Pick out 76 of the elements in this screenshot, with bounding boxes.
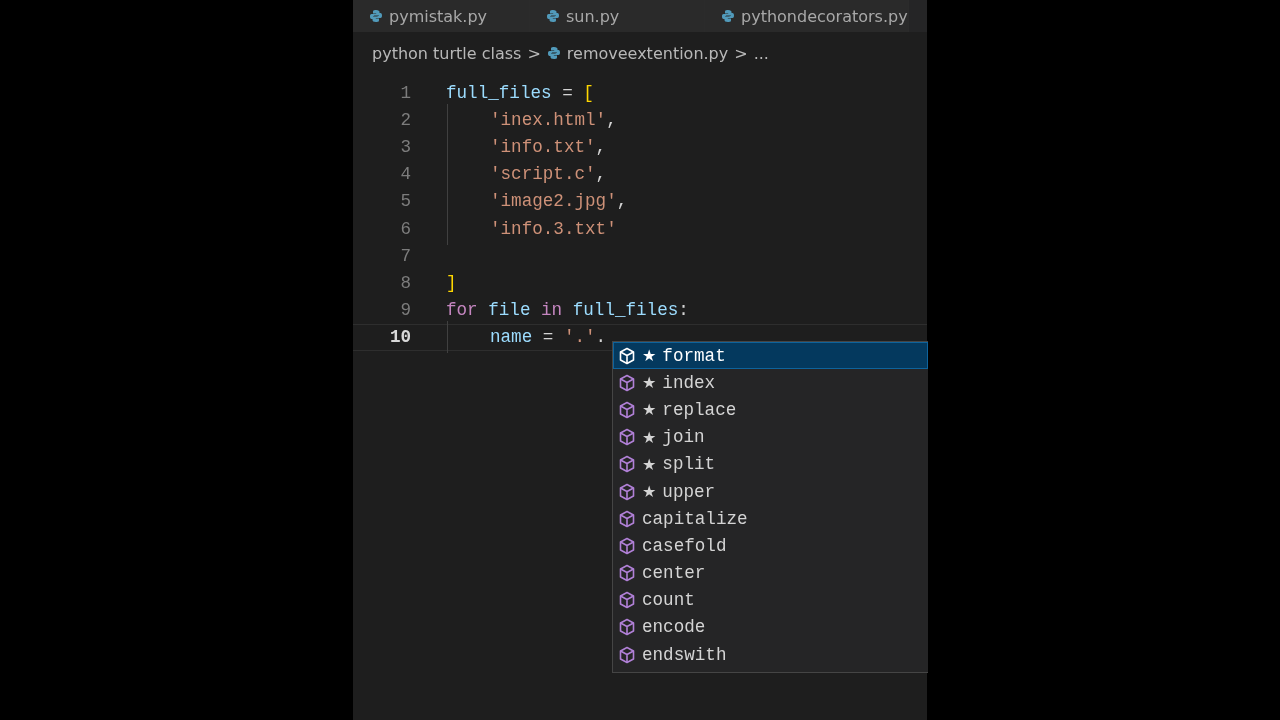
- cube-icon: [618, 564, 636, 583]
- suggestion-item[interactable]: ★ replace: [613, 396, 928, 424]
- breadcrumb-folder[interactable]: python turtle class: [372, 43, 522, 63]
- suggestion-item[interactable]: casefold: [613, 532, 928, 560]
- code-line: 'script.c',: [490, 164, 607, 185]
- suggestion-label: count: [642, 590, 695, 611]
- suggestion-label: endswith: [642, 644, 727, 665]
- code-line: 'info.txt',: [490, 136, 607, 157]
- star-mark: ★: [642, 373, 657, 393]
- cube-icon: [618, 482, 636, 501]
- suggestion-item[interactable]: ★ index: [613, 369, 928, 397]
- python-file-icon: [721, 9, 735, 23]
- star-mark: ★: [642, 400, 657, 420]
- cube-icon: [618, 373, 636, 392]
- suggestion-item[interactable]: center: [613, 559, 928, 587]
- line-number: 3: [399, 136, 411, 157]
- star-mark: ★: [642, 427, 657, 447]
- cube-icon: [618, 400, 636, 419]
- python-file-icon: [546, 46, 561, 60]
- cube-icon: [618, 536, 636, 555]
- suggestion-item[interactable]: ★ split: [613, 450, 928, 478]
- cube-icon: [618, 509, 636, 528]
- line-number: 10: [388, 327, 411, 348]
- code-line: name = '.'.: [490, 327, 607, 348]
- suggestion-label: encode: [642, 617, 706, 638]
- suggestion-label: center: [642, 563, 706, 584]
- tab-label: pymistak.py: [389, 6, 488, 26]
- line-number: 9: [399, 300, 411, 321]
- star-mark: ★: [642, 482, 657, 502]
- cube-icon: [618, 591, 636, 610]
- line-number: 1: [399, 82, 411, 103]
- python-file-icon: [546, 9, 560, 23]
- tab-label: pythondecorators.py: [741, 6, 908, 26]
- line-number: 6: [399, 218, 411, 239]
- python-file-icon: [369, 9, 383, 23]
- star-mark: ★: [642, 346, 657, 366]
- line-number: 8: [399, 272, 411, 293]
- tab-label: sun.py: [566, 6, 620, 26]
- suggestion-item[interactable]: endswith: [613, 641, 928, 669]
- cube-icon: [618, 346, 636, 365]
- cube-icon: [618, 645, 636, 664]
- code-line: 'info.3.txt': [490, 218, 617, 239]
- editor-tab[interactable]: sun.py: [530, 0, 705, 32]
- cube-icon: [618, 618, 636, 637]
- suggestion-label: join: [662, 427, 705, 448]
- suggestion-label: capitalize: [642, 508, 748, 529]
- breadcrumb-separator: >: [734, 43, 748, 63]
- code-line: 'inex.html',: [490, 109, 617, 130]
- suggestion-label: replace: [662, 399, 737, 420]
- star-mark: ★: [642, 454, 657, 474]
- suggestion-item[interactable]: ★ upper: [613, 477, 928, 506]
- suggestion-item[interactable]: ★ join: [613, 423, 928, 451]
- suggestion-label: format: [662, 345, 726, 366]
- line-number: 7: [399, 245, 411, 266]
- suggestion-label: casefold: [642, 535, 727, 556]
- suggestion-item[interactable]: ★ format: [613, 342, 928, 370]
- breadcrumb-more[interactable]: ...: [753, 43, 769, 63]
- code-line: ]: [446, 272, 457, 293]
- code-line: for file in full_files:: [446, 300, 689, 321]
- cube-icon: [618, 428, 636, 447]
- cube-icon: [618, 455, 636, 474]
- editor-tab[interactable]: pymistak.py: [353, 0, 530, 32]
- breadcrumb-file[interactable]: removeextention.py: [566, 43, 729, 63]
- suggestion-label: split: [662, 454, 716, 475]
- suggestion-label: index: [662, 372, 716, 393]
- editor-tab[interactable]: pythondecorators.py: [705, 0, 909, 32]
- line-number: 4: [399, 164, 411, 185]
- suggestion-item[interactable]: capitalize: [613, 505, 928, 533]
- line-number: 2: [399, 109, 411, 130]
- code-line: full_files = [: [446, 82, 594, 103]
- suggestion-item[interactable]: count: [613, 586, 928, 614]
- suggestion-label: upper: [662, 481, 716, 502]
- suggestion-item[interactable]: encode: [613, 613, 928, 642]
- code-line: 'image2.jpg',: [490, 191, 628, 212]
- breadcrumb-separator: >: [527, 43, 541, 63]
- line-number: 5: [399, 191, 411, 212]
